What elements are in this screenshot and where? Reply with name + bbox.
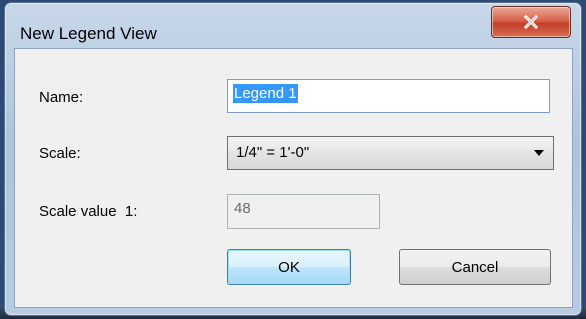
ok-button[interactable]: OK — [227, 249, 351, 285]
name-input-value: Legend 1 — [233, 84, 298, 103]
scale-dropdown[interactable]: 1/4" = 1'-0" — [227, 136, 554, 170]
cancel-button[interactable]: Cancel — [399, 249, 551, 285]
dialog-body: Name: Legend 1 Scale: 1/4" = 1'-0" Scale… — [14, 48, 573, 308]
scale-value-field: 48 — [227, 194, 380, 229]
scale-value-text: 48 — [234, 200, 251, 217]
title-bar[interactable]: New Legend View — [5, 3, 581, 47]
close-button[interactable] — [491, 6, 571, 38]
scale-value-label: Scale value 1: — [39, 203, 138, 220]
new-legend-view-dialog: New Legend View Name: Legend 1 Scale: 1/… — [4, 2, 582, 316]
cancel-button-label: Cancel — [451, 258, 499, 276]
scale-dropdown-value: 1/4" = 1'-0" — [236, 144, 310, 161]
ok-button-label: OK — [278, 258, 300, 276]
name-label: Name: — [39, 89, 84, 106]
scale-label: Scale: — [39, 145, 81, 162]
dialog-title: New Legend View — [20, 24, 157, 43]
name-input[interactable]: Legend 1 — [227, 79, 550, 113]
chevron-down-icon — [534, 150, 544, 156]
close-icon — [523, 15, 539, 29]
